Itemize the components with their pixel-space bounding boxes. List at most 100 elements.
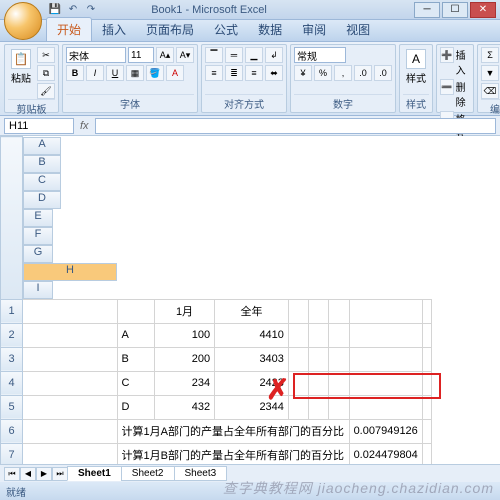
cell[interactable]: B [117, 347, 154, 371]
name-box[interactable]: H11 [4, 118, 74, 134]
save-icon[interactable]: 💾 [48, 2, 62, 16]
comma-button[interactable]: , [334, 65, 352, 81]
sheet-tab-1[interactable]: Sheet1 [67, 466, 122, 481]
cell[interactable]: 100 [154, 323, 214, 347]
close-button[interactable]: ✕ [470, 2, 496, 18]
currency-button[interactable]: ¥ [294, 65, 312, 81]
align-right-button[interactable]: ≡ [245, 65, 263, 81]
clipboard-label: 剪贴板 [8, 99, 55, 116]
row-header[interactable]: 1 [1, 299, 23, 323]
increase-decimal-button[interactable]: .0 [354, 65, 372, 81]
cell[interactable]: 4410 [215, 323, 289, 347]
font-label: 字体 [66, 94, 194, 111]
tab-formulas[interactable]: 公式 [204, 18, 248, 41]
paste-label: 粘贴 [11, 70, 31, 85]
cell[interactable]: 3403 [215, 347, 289, 371]
decrease-decimal-button[interactable]: .0 [374, 65, 392, 81]
grow-font-button[interactable]: A▴ [156, 47, 174, 63]
sheet-nav-last[interactable]: ⏭ [52, 467, 68, 481]
clear-button[interactable]: ⌫ [481, 83, 499, 99]
insert-cells-button[interactable]: ➕ [440, 47, 454, 63]
sheet-nav-next[interactable]: ▶ [36, 467, 52, 481]
row-header[interactable]: 4 [1, 371, 23, 395]
underline-button[interactable]: U [106, 65, 124, 81]
row-header[interactable]: 2 [1, 323, 23, 347]
merge-button[interactable]: ⬌ [265, 65, 283, 81]
row-header[interactable]: 7 [1, 443, 23, 464]
styles-button[interactable]: A 样式 [403, 47, 429, 87]
redo-icon[interactable]: ↷ [84, 2, 98, 16]
cell[interactable]: D [117, 395, 154, 419]
cell[interactable]: 432 [154, 395, 214, 419]
cell[interactable]: 2344 [215, 395, 289, 419]
align-middle-button[interactable]: ═ [225, 47, 243, 63]
col-header-G[interactable]: G [23, 245, 53, 263]
undo-icon[interactable]: ↶ [66, 2, 80, 16]
align-top-button[interactable]: ▔ [205, 47, 223, 63]
formula-input[interactable] [95, 118, 496, 134]
autosum-button[interactable]: Σ [481, 47, 499, 63]
fill-color-button[interactable]: 🪣 [146, 65, 164, 81]
number-format-select[interactable]: 常规 [294, 47, 346, 63]
select-all[interactable] [1, 137, 23, 300]
maximize-button[interactable]: ☐ [442, 2, 468, 18]
col-header-C[interactable]: C [23, 173, 61, 191]
border-button[interactable]: ▦ [126, 65, 144, 81]
cut-button[interactable]: ✂ [37, 47, 55, 63]
group-clipboard: 📋 粘贴 ✂ ⧉ 🖌 剪贴板 [4, 44, 59, 113]
tab-view[interactable]: 视图 [336, 18, 380, 41]
col-header-F[interactable]: F [23, 227, 53, 245]
cell[interactable]: 2423 [215, 371, 289, 395]
row-header[interactable]: 5 [1, 395, 23, 419]
office-button[interactable] [4, 2, 42, 40]
sheet-tab-3[interactable]: Sheet3 [174, 466, 228, 481]
cell[interactable]: 234 [154, 371, 214, 395]
cell[interactable]: 200 [154, 347, 214, 371]
font-color-button[interactable]: A [166, 65, 184, 81]
paste-button[interactable]: 📋 粘贴 [8, 47, 34, 87]
tab-review[interactable]: 审阅 [292, 18, 336, 41]
align-center-button[interactable]: ≣ [225, 65, 243, 81]
percent-button[interactable]: % [314, 65, 332, 81]
font-size-select[interactable]: 11 [128, 47, 154, 63]
copy-button[interactable]: ⧉ [37, 65, 55, 81]
col-header-I[interactable]: I [23, 281, 53, 299]
cell-merged[interactable]: 计算1月A部门的产量占全年所有部门的百分比 [117, 419, 349, 443]
cell-merged[interactable]: 计算1月B部门的产量占全年所有部门的百分比 [117, 443, 349, 464]
align-left-button[interactable]: ≡ [205, 65, 223, 81]
col-header-B[interactable]: B [23, 155, 61, 173]
row-header[interactable]: 6 [1, 419, 23, 443]
cell[interactable]: 1月 [154, 299, 214, 323]
group-cells: ➕插入 ➖删除 ▭格式 单元格 [436, 44, 474, 113]
col-header-E[interactable]: E [23, 209, 53, 227]
col-header-D[interactable]: D [23, 191, 61, 209]
delete-cells-button[interactable]: ➖ [440, 79, 454, 95]
cell[interactable]: C [117, 371, 154, 395]
sheet-nav-prev[interactable]: ◀ [20, 467, 36, 481]
fill-button[interactable]: ▼ [481, 65, 499, 81]
cell[interactable]: 0.024479804 [349, 443, 422, 464]
worksheet-grid[interactable]: A B C D E F G H I 11月全年 2A1004410 3B2003… [0, 136, 500, 464]
align-bottom-button[interactable]: ▁ [245, 47, 263, 63]
font-name-select[interactable]: 宋体 [66, 47, 126, 63]
minimize-button[interactable]: ─ [414, 2, 440, 18]
cell[interactable]: 0.007949126 [349, 419, 422, 443]
italic-button[interactable]: I [86, 65, 104, 81]
row-header[interactable]: 3 [1, 347, 23, 371]
cell[interactable]: 全年 [215, 299, 289, 323]
shrink-font-button[interactable]: A▾ [176, 47, 194, 63]
wrap-text-button[interactable]: ↲ [265, 47, 283, 63]
quick-access-toolbar: 💾 ↶ ↷ [48, 2, 98, 16]
col-header-A[interactable]: A [23, 137, 61, 155]
tab-insert[interactable]: 插入 [92, 18, 136, 41]
sheet-nav-first[interactable]: ⏮ [4, 467, 20, 481]
bold-button[interactable]: B [66, 65, 84, 81]
cell[interactable]: A [117, 323, 154, 347]
sheet-tab-2[interactable]: Sheet2 [121, 466, 175, 481]
tab-home[interactable]: 开始 [46, 17, 92, 41]
tab-layout[interactable]: 页面布局 [136, 18, 204, 41]
format-painter-button[interactable]: 🖌 [37, 83, 55, 99]
tab-data[interactable]: 数据 [248, 18, 292, 41]
fx-icon[interactable]: fx [80, 120, 89, 132]
col-header-H[interactable]: H [23, 263, 117, 281]
